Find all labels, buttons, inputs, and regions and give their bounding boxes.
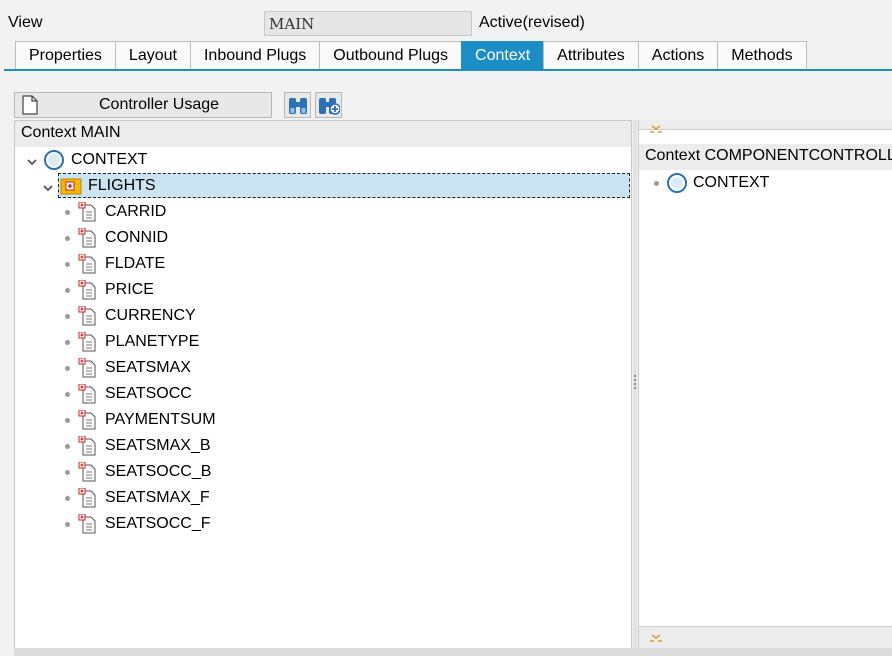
tree-node-flights[interactable]: FLIGHTS [15, 174, 615, 198]
find-next-button[interactable] [315, 92, 342, 118]
tree-attribute-row[interactable]: CONNID [15, 226, 615, 250]
tree-attribute-row[interactable]: FLDATE [15, 252, 615, 276]
tree-attribute-label: SEATSMAX [105, 359, 191, 376]
bullet-icon [65, 418, 70, 423]
bullet-icon [65, 522, 70, 527]
tree-attribute-row[interactable]: CURRENCY [15, 304, 615, 328]
tree-attribute-label: SEATSMAX_F [105, 489, 210, 506]
tree-root-label: CONTEXT [71, 151, 148, 168]
tab-properties[interactable]: Properties [15, 41, 116, 69]
bullet-icon [65, 496, 70, 501]
tab-outbound-plugs[interactable]: Outbound Plugs [319, 41, 463, 69]
tab-inbound-plugs[interactable]: Inbound Plugs [189, 41, 321, 69]
collapse-icon[interactable] [649, 120, 663, 138]
bullet-icon [65, 366, 70, 371]
right-tree-root-label: CONTEXT [693, 174, 770, 191]
controller-usage-button[interactable]: Controller Usage [14, 92, 272, 118]
tree-attribute-row[interactable]: CARRID [15, 200, 615, 224]
tree-attribute-label: CONNID [105, 229, 169, 246]
view-label: View [8, 14, 43, 31]
component-controller-panel: Context COMPONENTCONTROLLER CONTEXT [638, 120, 892, 650]
tree-attribute-row[interactable]: SEATSOCC_F [15, 512, 615, 536]
right-panel-top-strip [639, 120, 892, 133]
bullet-icon [65, 262, 70, 267]
tree-attribute-label: PRICE [105, 281, 154, 298]
tree-attribute-label: SEATSOCC_F [105, 515, 211, 532]
right-panel-bottom-strip [639, 626, 892, 650]
bullet-icon [65, 444, 70, 449]
tree-attribute-row[interactable]: SEATSMAX [15, 356, 615, 380]
tab-methods[interactable]: Methods [717, 41, 807, 69]
tree-attribute-label: CARRID [105, 203, 167, 220]
collapse-icon[interactable] [649, 629, 663, 647]
bullet-icon [65, 236, 70, 241]
tree-attribute-row[interactable]: PRICE [15, 278, 615, 302]
tree-node-label: FLIGHTS [88, 177, 156, 194]
chevron-down-icon[interactable] [26, 152, 38, 176]
attribute-icon [78, 513, 98, 542]
tab-attributes[interactable]: Attributes [543, 41, 639, 69]
tree-attribute-label: FLDATE [105, 255, 166, 272]
tree-attribute-label: PAYMENTSUM [105, 411, 216, 428]
tab-underline [4, 69, 892, 71]
bullet-icon [65, 314, 70, 319]
bullet-icon [65, 392, 70, 397]
bullet-icon [65, 288, 70, 293]
document-icon [22, 95, 38, 120]
bullet-icon [65, 210, 70, 215]
tree-attribute-row[interactable]: SEATSMAX_F [15, 486, 615, 510]
tab-strip: Properties Layout Inbound Plugs Outbound… [15, 41, 807, 69]
tab-actions[interactable]: Actions [637, 41, 719, 69]
tree-attribute-row[interactable]: SEATSOCC [15, 382, 615, 406]
bullet-icon [65, 470, 70, 475]
tree-attribute-label: SEATSOCC_B [105, 463, 212, 480]
tab-layout[interactable]: Layout [114, 41, 191, 69]
tree-attribute-label: SEATSMAX_B [105, 437, 211, 454]
bullet-icon [654, 181, 659, 186]
tree-root-row[interactable]: CONTEXT [15, 148, 615, 172]
bullet-icon [65, 340, 70, 345]
right-tree-root-row[interactable]: CONTEXT [639, 171, 889, 195]
left-panel-title: Context MAIN [15, 121, 631, 147]
tree-attribute-label: CURRENCY [105, 307, 196, 324]
tree-attribute-row[interactable]: PAYMENTSUM [15, 408, 615, 432]
tree-attribute-label: PLANETYPE [105, 333, 200, 350]
tab-context[interactable]: Context [461, 41, 545, 69]
tree-attribute-row[interactable]: SEATSMAX_B [15, 434, 615, 458]
chevron-down-icon[interactable] [42, 178, 54, 202]
view-status: Active(revised) [479, 14, 585, 31]
find-button[interactable] [284, 92, 311, 118]
controller-usage-label: Controller Usage [99, 96, 220, 113]
bottom-scrollbar[interactable] [14, 648, 892, 656]
context-main-panel: Context MAIN CONTEXT FLIGHTS CARRID CONN… [14, 120, 632, 650]
context-node-icon [666, 172, 688, 202]
tree-attribute-label: SEATSOCC [105, 385, 192, 402]
view-name-field[interactable]: MAIN [264, 11, 472, 36]
tree-attribute-row[interactable]: SEATSOCC_B [15, 460, 615, 484]
tree-attribute-row[interactable]: PLANETYPE [15, 330, 615, 354]
right-panel-title: Context COMPONENTCONTROLLER [639, 144, 892, 170]
